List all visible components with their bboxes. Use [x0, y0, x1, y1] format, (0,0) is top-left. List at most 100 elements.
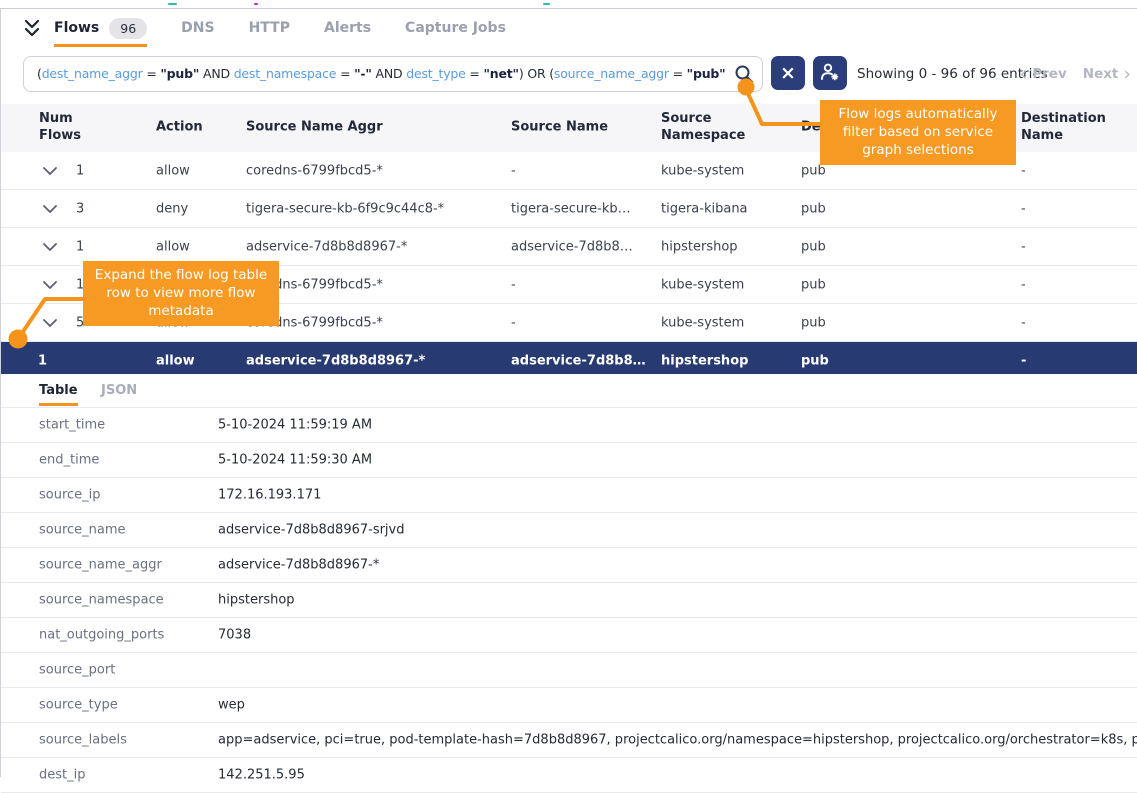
flow-tabs: Flows96 DNS HTTP Alerts Capture Jobs	[54, 9, 506, 47]
row-detail-panel: Table JSON start_time 5-10-2024 11:59:19 A…	[1, 374, 1137, 777]
chevron-down-icon[interactable]	[43, 165, 59, 177]
query-op: =	[466, 66, 484, 81]
cell-destination-name: -	[1021, 201, 1026, 216]
tooltip-filter: Flow logs automatically filter based on …	[820, 100, 1016, 165]
filter-query-input[interactable]: (dest_name_aggr = "pub" AND dest_namespa…	[23, 56, 763, 92]
cell-action: deny	[156, 201, 188, 216]
query-op: AND	[726, 66, 729, 81]
cell-source-namespace: hipstershop	[661, 353, 748, 368]
query-op: =	[143, 66, 161, 81]
collapse-panel-icon[interactable]	[23, 17, 41, 41]
detail-field-row: source_port	[1, 652, 1137, 687]
tab-dns[interactable]: DNS	[181, 9, 214, 47]
cell-source-namespace: kube-system	[661, 163, 744, 178]
cell-source-name-aggr: adservice-7d8b8d8967-*	[246, 353, 425, 368]
query-value: "pub"	[160, 66, 199, 81]
detail-field-row: source_namespacehipstershop	[1, 582, 1137, 617]
cell-source-namespace: tigera-kibana	[661, 201, 748, 216]
cell-action: allow	[156, 239, 190, 254]
cell-action: allow	[156, 353, 195, 368]
field-value: wep	[218, 698, 1137, 713]
detail-tab-json[interactable]: JSON	[101, 374, 137, 407]
field-value: 172.16.193.171	[218, 488, 1137, 503]
cell-source-name: -	[511, 277, 653, 292]
table-row[interactable]: 3 deny tigera-secure-kb-6f9c9c44c8-* tigera…	[1, 190, 1137, 228]
query-value: "net"	[483, 66, 518, 81]
cell-dest-name-aggr: pub	[801, 239, 826, 254]
cell-source-name-aggr: coredns-6799fbcd5-*	[246, 163, 383, 178]
cell-source-namespace: hipstershop	[661, 239, 738, 254]
field-key: source_namespace	[39, 593, 164, 608]
column-header-num-flows[interactable]: Num Flows	[39, 111, 99, 145]
tab-alerts[interactable]: Alerts	[324, 9, 371, 47]
clear-filter-button[interactable]: ×	[771, 56, 805, 90]
query-value: "pub"	[687, 66, 726, 81]
prev-label: Prev	[1032, 66, 1067, 82]
next-button[interactable]: Next ›	[1083, 65, 1131, 84]
detail-fields: start_time5-10-2024 11:59:19 AMend_time5…	[1, 407, 1137, 793]
cell-num-flows: 1	[38, 353, 47, 368]
cropped-content-speck	[254, 3, 258, 5]
pagination: ‹ Prev Next ›	[1020, 47, 1131, 101]
cell-source-name: adservice-7d8b8…	[511, 239, 653, 254]
tab-label: Alerts	[324, 20, 371, 36]
cell-num-flows: 3	[76, 201, 84, 216]
tab-bar: Flows96 DNS HTTP Alerts Capture Jobs	[1, 9, 1137, 47]
cell-source-name: tigera-secure-kb…	[511, 201, 653, 216]
detail-tabs: Table JSON	[1, 374, 1137, 407]
field-key: source_port	[39, 663, 115, 678]
cell-source-name: adservice-7d8b8…	[511, 353, 653, 368]
cell-destination-name: -	[1021, 353, 1026, 368]
cell-source-name-aggr: tigera-secure-kb-6f9c9c44c8-*	[246, 201, 444, 216]
field-key: nat_outgoing_ports	[39, 628, 164, 643]
chevron-left-icon: ‹	[1020, 65, 1028, 84]
field-key: start_time	[39, 418, 105, 433]
search-icon[interactable]	[733, 63, 755, 85]
detail-field-row: source_labels app=adservice, pci=true, po…	[1, 722, 1137, 757]
cell-dest-name-aggr: pub	[801, 315, 826, 330]
cell-source-namespace: kube-system	[661, 315, 744, 330]
field-value: app=adservice, pci=true, pod-template-ha…	[218, 733, 1137, 748]
chevron-right-icon: ›	[1123, 65, 1131, 84]
chevron-down-icon[interactable]	[43, 317, 59, 329]
prev-button[interactable]: ‹ Prev	[1020, 65, 1067, 84]
detail-tab-table[interactable]: Table	[39, 374, 78, 407]
column-header-action[interactable]: Action	[156, 120, 246, 137]
query-field: dest_type	[406, 66, 465, 81]
field-key: source_labels	[39, 733, 127, 748]
tab-flows[interactable]: Flows96	[54, 9, 147, 47]
query-value: "-"	[354, 66, 372, 81]
cell-source-name-aggr: adservice-7d8b8d8967-*	[246, 239, 407, 254]
chevron-down-icon[interactable]	[43, 241, 59, 253]
tab-label: Flows	[54, 20, 99, 36]
tab-http[interactable]: HTTP	[249, 9, 290, 47]
cell-action: allow	[156, 163, 190, 178]
detail-field-row: source_nameadservice-7d8b8d8967-srjvd	[1, 512, 1137, 547]
cell-dest-name-aggr: pub	[801, 201, 826, 216]
detail-field-row: dest_ip142.251.5.95	[1, 757, 1137, 793]
query-op: =	[669, 66, 687, 81]
query-op: AND	[372, 66, 406, 81]
field-value: 7038	[218, 628, 1137, 643]
top-cropped-strip	[0, 0, 1137, 9]
next-label: Next	[1083, 66, 1119, 82]
column-header-source-namespace[interactable]: Source Namespace	[661, 111, 771, 145]
cell-dest-name-aggr: pub	[801, 353, 829, 368]
field-key: end_time	[39, 453, 99, 468]
field-key: dest_ip	[39, 768, 85, 783]
cell-source-name: -	[511, 315, 653, 330]
column-header-source-name[interactable]: Source Name	[511, 120, 651, 137]
chevron-down-icon[interactable]	[43, 203, 59, 215]
field-key: source_name	[39, 523, 126, 538]
chevron-down-icon[interactable]	[43, 279, 59, 291]
tab-capture-jobs[interactable]: Capture Jobs	[405, 9, 506, 47]
tab-label: HTTP	[249, 20, 290, 36]
cell-num-flows: 1	[76, 163, 84, 178]
field-value: 5-10-2024 11:59:19 AM	[218, 418, 1137, 433]
user-settings-button[interactable]	[813, 56, 847, 90]
tab-label: Capture Jobs	[405, 20, 506, 36]
column-header-destination-name[interactable]: Destination Name	[1021, 111, 1121, 145]
query-field: dest_name_aggr	[42, 66, 143, 81]
detail-field-row: source_name_aggradservice-7d8b8d8967-*	[1, 547, 1137, 582]
column-header-source-name-aggr[interactable]: Source Name Aggr	[246, 120, 466, 137]
